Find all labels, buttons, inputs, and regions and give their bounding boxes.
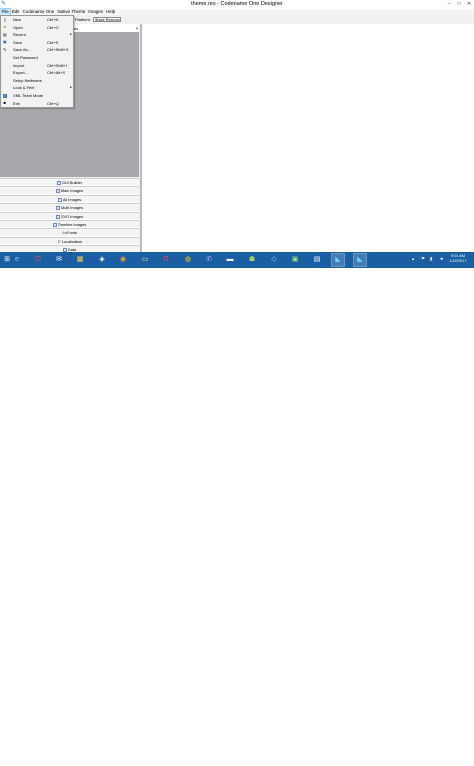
menu-item-set-password[interactable]: Set Password	[1, 54, 73, 62]
window-controls: – □ ✕	[444, 0, 474, 9]
nav-localization[interactable]: ⚲ Localization	[0, 236, 139, 246]
network-computer-icon[interactable]: ▤	[311, 254, 323, 266]
power-icon[interactable]: ⏻	[32, 254, 44, 266]
nav-label: GUI Builder	[61, 180, 83, 185]
nav-all-images[interactable]: All Images	[0, 194, 139, 204]
menu-item-import[interactable]: Import Ctrl+Shift+I	[1, 62, 73, 70]
taskbar: ⊞ e ⏻ ✉ ▦ ◈ ◉ ▭ O ◍ ✆ ▬ ☗ ◇ ▣ ▤ ◣ ◣ ▴ ⚑ …	[0, 252, 474, 268]
window-title: theme.res - Codename One Designer	[191, 1, 283, 7]
multi-image-icon	[55, 206, 60, 211]
network-icon[interactable]: ▮	[430, 256, 432, 262]
chrome-icon[interactable]: ◍	[182, 254, 194, 266]
nav-label: Localization	[61, 238, 83, 244]
gui-builder-icon	[56, 180, 61, 185]
menu-item-setup-netbeans[interactable]: Setup Netbeans	[1, 77, 73, 85]
menu-item-open[interactable]: ▰ Open Ctrl+O	[1, 24, 73, 32]
codename-one-icon[interactable]: ◣	[331, 253, 345, 267]
checkbox-checked-icon[interactable]: ✓	[2, 93, 7, 99]
codename-one-designer-icon[interactable]: ◣	[353, 253, 367, 267]
image-icon	[55, 189, 60, 194]
nav-gui-builder[interactable]: GUI Builder	[0, 178, 139, 187]
system-clock[interactable]: 9:01 AM 1/22/2017	[448, 254, 468, 264]
menu-item-xml-team-mode[interactable]: ✓ XML Team Mode	[1, 92, 73, 100]
localization-icon: ⚲	[57, 238, 61, 244]
image-icon	[57, 197, 62, 202]
recent-icon: ▤	[2, 31, 7, 37]
editor-area[interactable]	[141, 24, 474, 252]
minimize-button[interactable]: –	[444, 0, 454, 9]
resource-category-list: GUI Builder Main Images All Images Multi…	[0, 178, 139, 254]
tree-header-column[interactable]: es	[74, 26, 78, 31]
platform-select[interactable]: [Base Resource]	[93, 16, 121, 22]
menu-item-look-and-feel[interactable]: Look & Feel ▸	[1, 84, 73, 92]
android-icon[interactable]: ☗	[246, 254, 258, 266]
submenu-arrow-icon: ▸	[70, 85, 72, 90]
firefox-icon[interactable]: ◉	[117, 254, 129, 266]
terminal-icon[interactable]: ▬	[224, 254, 236, 266]
save-icon: ▣	[2, 39, 7, 45]
image-viewer-icon[interactable]: ▣	[289, 254, 301, 266]
menu-item-exit[interactable]: ■ Exit Ctrl+Q	[1, 100, 73, 108]
virtualbox-icon[interactable]: ◇	[268, 254, 280, 266]
maximize-button[interactable]: □	[454, 0, 464, 9]
nav-label: Timeline Images	[57, 221, 87, 227]
menu-item-new[interactable]: ▯ New Ctrl+N	[1, 16, 73, 24]
font-icon: Aa	[62, 230, 68, 236]
chat-icon[interactable]: ✉	[53, 254, 65, 266]
menu-item-save[interactable]: ▣ Save Ctrl+S	[1, 39, 73, 47]
timeline-icon	[52, 222, 57, 227]
app-window: ✎ theme.res - Codename One Designer – □ …	[0, 0, 474, 268]
menu-item-export[interactable]: Export... Ctrl+Alt+X	[1, 69, 73, 77]
nav-multi-images[interactable]: Multi Images	[0, 203, 139, 212]
clock-date: 1/22/2017	[449, 259, 467, 263]
nav-label: Main Images	[60, 188, 84, 194]
svg-image-icon	[55, 214, 60, 219]
nav-label: SVG Images	[60, 213, 84, 219]
show-hidden-icons-icon[interactable]: ▴	[412, 256, 414, 262]
nav-svg-images[interactable]: SVG Images	[0, 211, 139, 220]
scroll-up-arrow-icon[interactable]: ▴	[136, 25, 138, 30]
nav-label: Fonts	[67, 230, 77, 236]
volume-icon[interactable]: ◄	[439, 256, 443, 261]
open-folder-icon: ▰	[3, 24, 7, 30]
title-bar[interactable]: ✎ theme.res - Codename One Designer – □ …	[0, 0, 474, 9]
nav-fonts[interactable]: AaFonts	[0, 228, 139, 237]
new-file-icon: ▯	[3, 16, 6, 22]
close-button[interactable]: ✕	[464, 0, 474, 9]
exit-icon: ■	[3, 100, 6, 106]
save-as-icon: ✎	[3, 46, 7, 52]
nav-main-images[interactable]: Main Images	[0, 186, 139, 195]
cube-icon[interactable]: ◈	[96, 254, 108, 266]
nav-label: Multi Images	[60, 205, 84, 211]
submenu-arrow-icon: ▸	[70, 32, 72, 37]
nav-timeline-images[interactable]: Timeline Images	[0, 219, 139, 229]
file-menu-dropdown: ▯ New Ctrl+N ▰ Open Ctrl+O ▤ Recent ▸ ▣ Save Ctr…	[0, 15, 74, 108]
menu-item-save-as[interactable]: ✎ Save As... Ctrl+Shift+S	[1, 46, 73, 54]
flag-icon[interactable]: ⚑	[421, 256, 425, 262]
viber-icon[interactable]: ✆	[203, 254, 215, 266]
ie-icon[interactable]: e	[11, 254, 23, 266]
rainbow-app-icon[interactable]: ▦	[74, 254, 86, 266]
file-explorer-icon[interactable]: ▭	[139, 254, 151, 266]
nav-label: All Images	[62, 196, 82, 202]
platform-label: Platform:	[75, 17, 92, 22]
menu-item-recent[interactable]: ▤ Recent ▸	[1, 31, 73, 39]
opera-icon[interactable]: O	[160, 254, 172, 266]
